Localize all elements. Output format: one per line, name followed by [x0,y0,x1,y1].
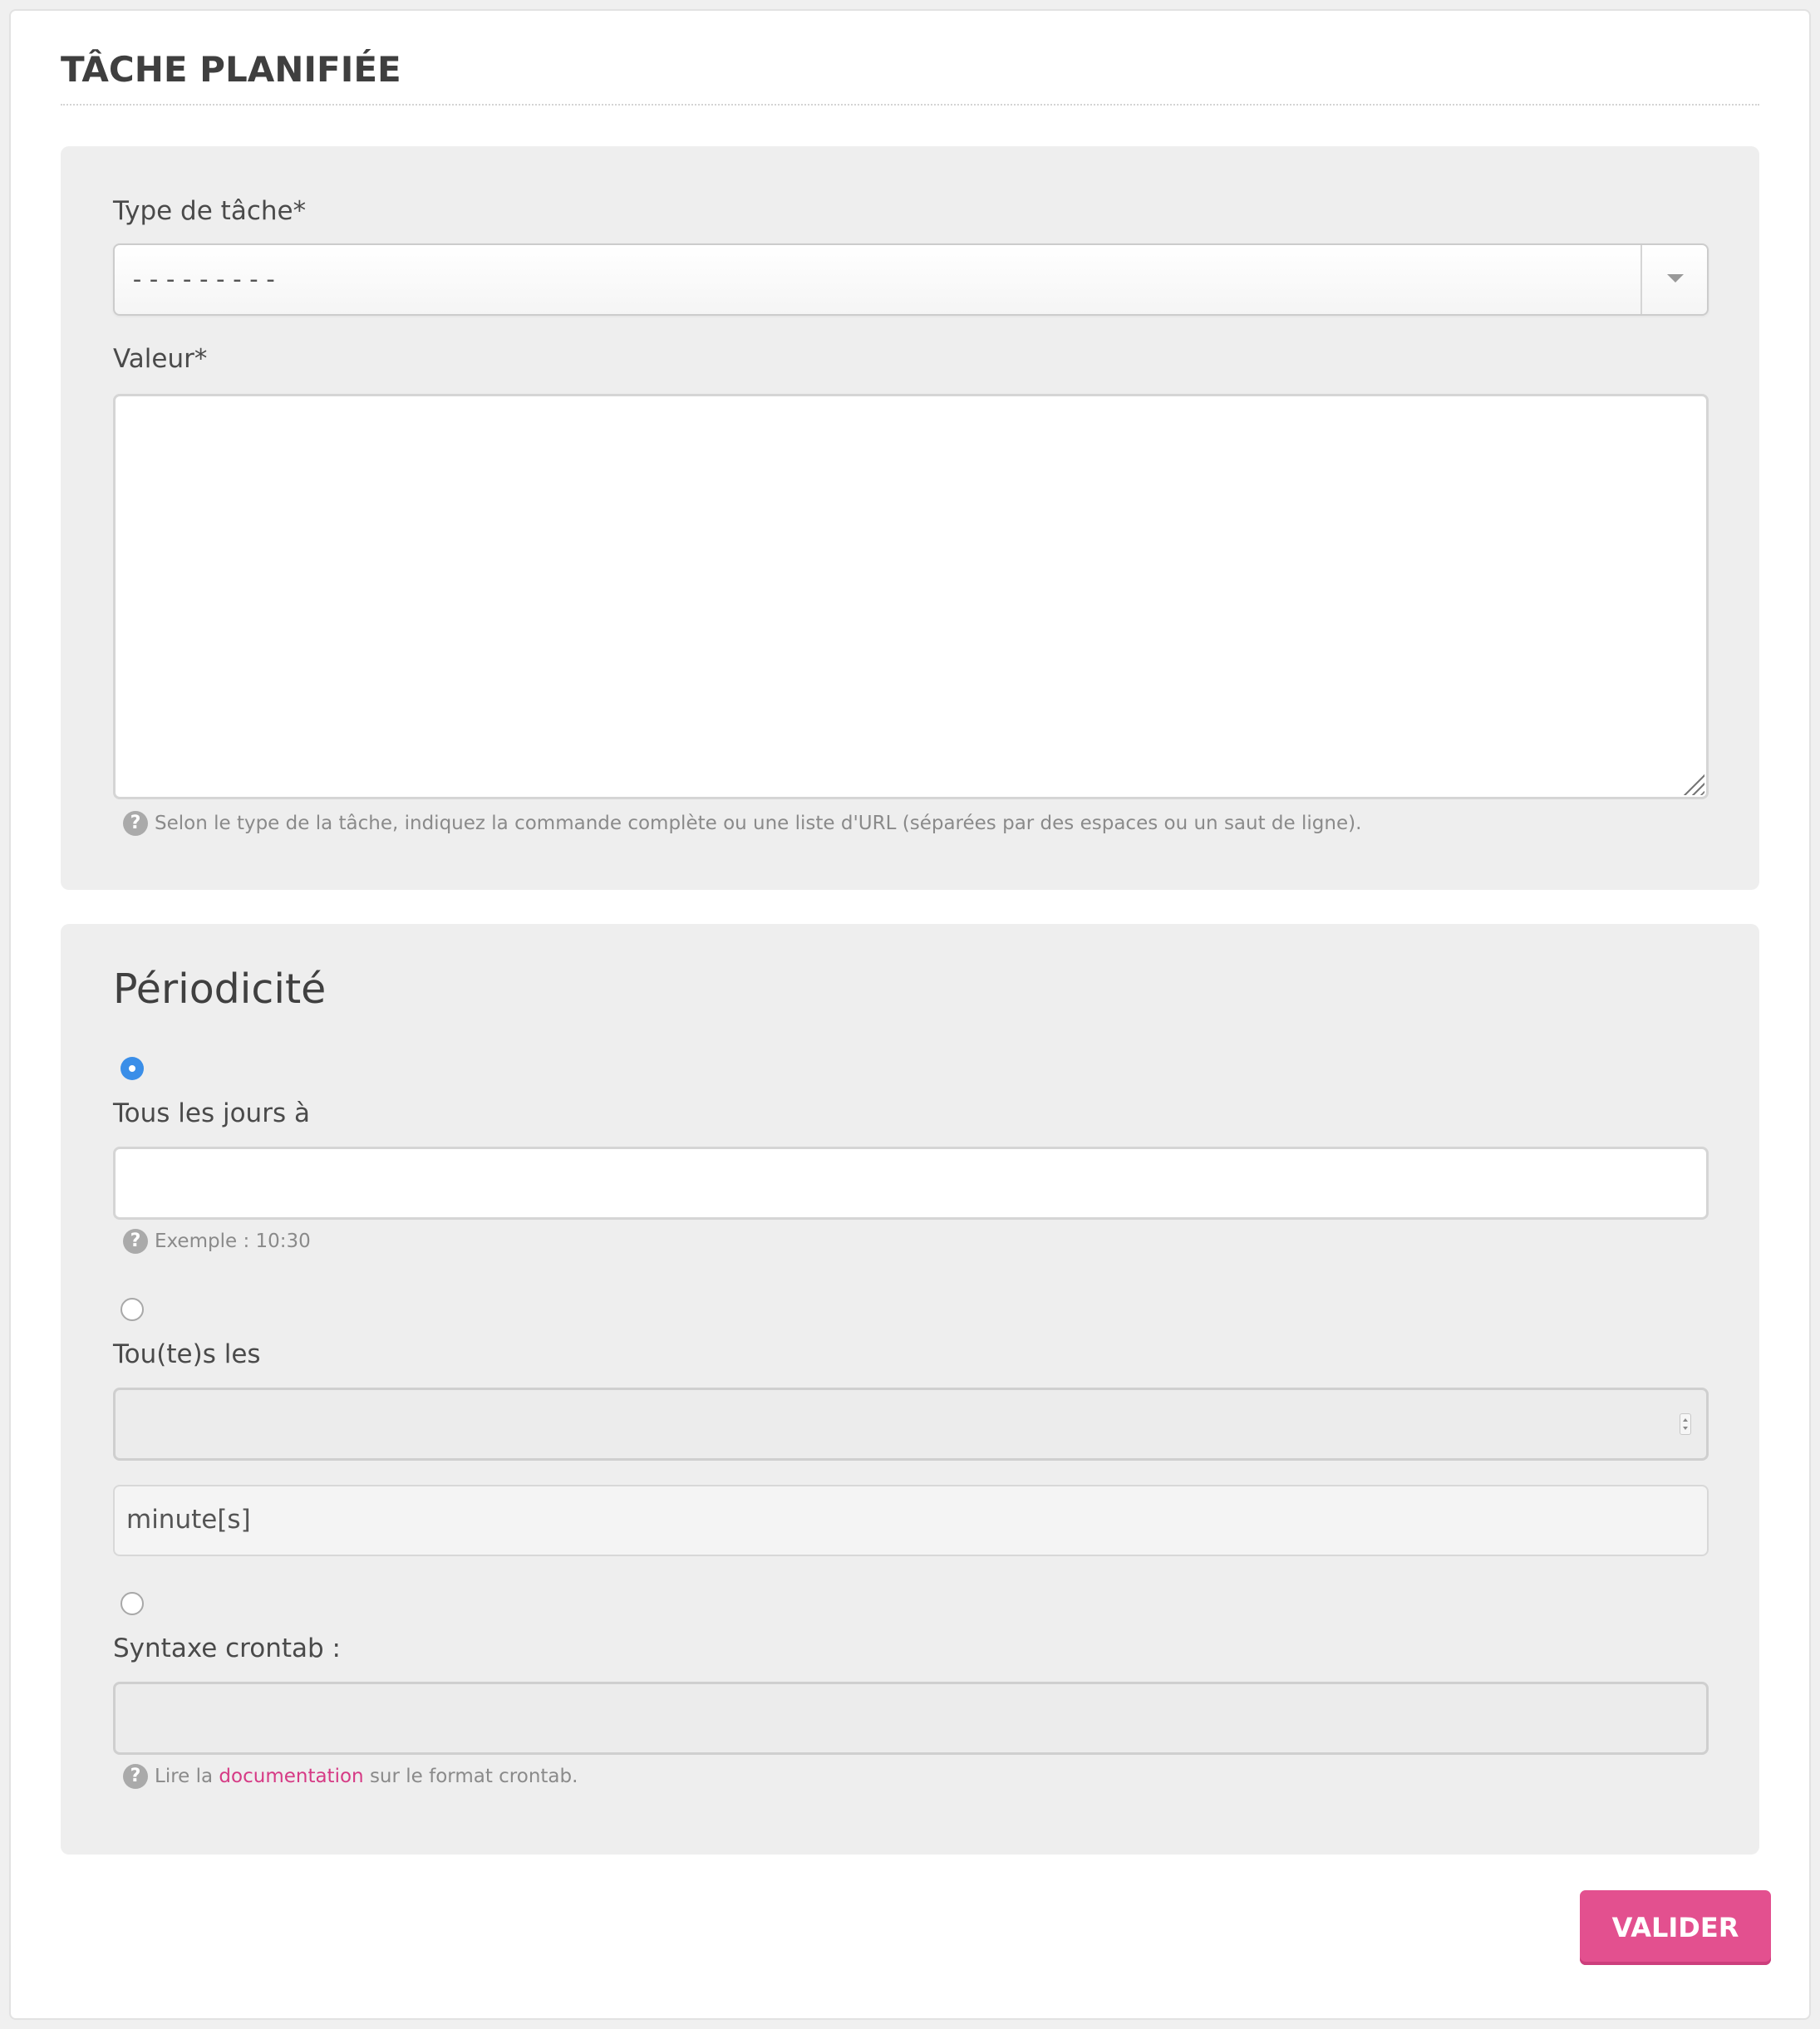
select-divider [1640,245,1642,314]
question-circle-icon: ? [123,811,148,836]
task-fieldset: Type de tâche* --------- Valeur* ? Selon… [61,146,1759,890]
task-value-label: Valeur* [113,344,208,374]
form-card: TÂCHE PLANIFIÉE Type de tâche* ---------… [9,9,1811,2020]
crontab-input[interactable] [113,1682,1709,1755]
interval-unit-value: minute[s] [126,1505,251,1535]
crontab-help-suffix: sur le format crontab. [369,1766,578,1787]
submit-button[interactable]: VALIDER [1580,1890,1771,1965]
interval-label: Tou(te)s les [113,1339,261,1369]
task-type-select[interactable]: --------- [113,243,1709,316]
interval-unit-select[interactable]: minute[s] [113,1485,1709,1556]
crontab-help-prefix: Lire la [155,1766,214,1787]
daily-radio[interactable] [121,1057,144,1080]
crontab-radio[interactable] [121,1592,144,1615]
question-circle-icon: ? [123,1229,148,1254]
interval-number-input[interactable] [113,1388,1709,1461]
daily-help: ? Exemple : 10:30 [123,1229,311,1254]
task-value-help: ? Selon le type de la tâche, indiquez la… [123,811,1361,836]
number-spinner-icon[interactable] [1680,1413,1691,1435]
task-value-textarea[interactable] [113,394,1709,799]
resize-handle-icon[interactable] [1683,774,1704,795]
daily-label: Tous les jours à [113,1098,310,1128]
periodicity-title: Périodicité [113,965,327,1013]
task-type-selected-value: --------- [130,265,280,294]
crontab-help: ? Lire la documentation sur le format cr… [123,1764,578,1789]
question-circle-icon: ? [123,1764,148,1789]
daily-time-input[interactable] [113,1147,1709,1220]
page-title: TÂCHE PLANIFIÉE [61,49,401,90]
periodicity-fieldset: Périodicité Tous les jours à ? Exemple :… [61,924,1759,1855]
task-value-help-text: Selon le type de la tâche, indiquez la c… [155,813,1362,834]
caret-down-icon [1667,274,1684,282]
daily-help-text: Exemple : 10:30 [155,1231,311,1252]
crontab-label: Syntaxe crontab : [113,1634,341,1663]
interval-radio[interactable] [121,1298,144,1321]
task-type-label: Type de tâche* [113,196,307,226]
crontab-documentation-link[interactable]: documentation [219,1766,363,1787]
title-divider [61,104,1759,106]
